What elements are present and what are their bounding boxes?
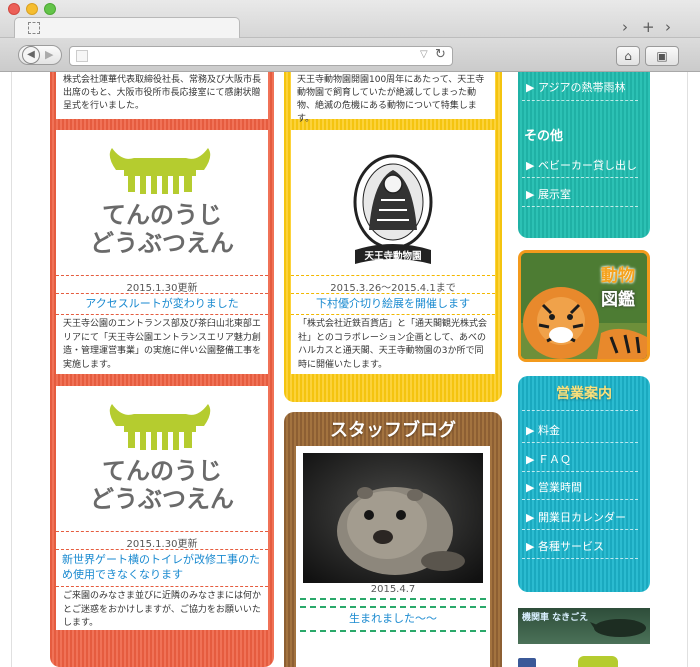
divider: [522, 410, 638, 411]
tab-overflow-icon[interactable]: ›: [622, 20, 628, 35]
event-date: 2015.3.26～2015.4.1まで: [330, 283, 456, 294]
news-title-link[interactable]: アクセスルートが変わりました: [60, 296, 264, 311]
blog-date: 2015.4.7: [370, 584, 416, 595]
divider: [300, 606, 486, 608]
event-title-link[interactable]: 下村優介切り絵展を開催します: [295, 296, 491, 311]
info-menu-label: 開業日カレンダー: [537, 511, 626, 524]
divider: [522, 558, 638, 559]
event-card[interactable]: 天王寺動物園 2015.3.26～2015.4.1まで 下村優介切り絵展を開催し…: [291, 130, 495, 374]
divider: [56, 293, 268, 294]
reader-icon[interactable]: ▽: [420, 49, 428, 60]
divider: [522, 471, 638, 472]
divider: [56, 314, 268, 315]
divider: [522, 100, 638, 101]
divider: [56, 549, 268, 550]
side-menu-label: 展示室: [537, 188, 571, 201]
divider: [522, 499, 638, 500]
blog-card[interactable]: 2015.4.7 生まれました〜〜: [296, 446, 490, 667]
facebook-icon[interactable]: [518, 658, 536, 667]
zoo-logo-small-icon: [578, 656, 618, 667]
tab-favicon-icon: [28, 22, 40, 34]
info-menu-item[interactable]: ▶ 開業日カレンダー: [526, 510, 638, 526]
zoo-logo-icon: [109, 404, 211, 450]
side-menu-item[interactable]: ▶ アジアの熱帯雨林: [526, 80, 638, 96]
window-close-button[interactable]: [8, 3, 20, 15]
news-body: ご来園のみなさま並びに近隣のみなさまには何かとご迷惑をおかけしますが、ご協力をお…: [63, 591, 262, 628]
other-heading: その他: [524, 129, 564, 144]
window-zoom-button[interactable]: [44, 3, 56, 15]
zoo-logo-line1: てんのうじ: [102, 201, 222, 229]
side-menu-label: アジアの熱帯雨林: [537, 81, 626, 94]
bookmarks-button[interactable]: ▣: [645, 46, 679, 66]
divider: [291, 275, 495, 276]
zukan-line2: 図鑑: [601, 290, 635, 310]
emblem-label: 天王寺動物園: [364, 251, 422, 262]
divider: [522, 177, 638, 178]
info-menu-item[interactable]: ▶ 営業時間: [526, 480, 638, 496]
info-menu-item[interactable]: ▶ 料金: [526, 423, 638, 439]
animal-encyclopedia-banner[interactable]: 動物 図鑑: [518, 250, 650, 362]
hyrax-photo-icon: [303, 453, 483, 583]
divider: [300, 598, 486, 600]
zoo-logo-line1: てんのうじ: [102, 457, 222, 485]
forward-button[interactable]: ▶: [45, 49, 53, 61]
staff-blog-heading[interactable]: スタッフブログ: [284, 418, 502, 444]
news-card-top: 株式会社蓮華代表取締役社長、常務及び大阪市長出席のもと、大阪市役所市長応接室にて…: [56, 72, 268, 119]
divider: [522, 529, 638, 530]
site-favicon-icon: [76, 50, 88, 62]
locomotive-banner[interactable]: 機関車 なきごえ: [518, 608, 650, 644]
zoo-logo-line2: どうぶつえん: [90, 229, 234, 257]
news-body: 天王寺公園のエントランス部及び茶臼山北東部エリアにて「天王寺公園エントランスエリ…: [63, 319, 262, 370]
news-date: 2015.1.30更新: [126, 283, 198, 294]
tab-list-icon[interactable]: ›: [665, 20, 671, 35]
zukan-line1: 動物: [601, 266, 635, 286]
zoo-logo-line2: どうぶつえん: [90, 485, 234, 513]
social-banner[interactable]: [518, 656, 650, 667]
divider: [522, 206, 638, 207]
info-menu-label: ＦＡＱ: [537, 453, 571, 466]
news-title-link[interactable]: 新世界ゲート横のトイレが改修工事のため使用できなくなります: [62, 552, 262, 582]
divider: [56, 275, 268, 276]
divider: [56, 531, 268, 532]
business-info-heading: 営業案内: [556, 386, 612, 402]
browser-tab[interactable]: [14, 17, 240, 39]
window-minimize-button[interactable]: [26, 3, 38, 15]
info-menu-label: 料金: [537, 424, 560, 437]
animal-silhouette-icon: [590, 619, 646, 637]
divider: [291, 293, 495, 294]
reload-button[interactable]: ↻: [435, 47, 446, 62]
home-button[interactable]: ⌂: [616, 46, 640, 66]
info-menu-item[interactable]: ▶ ＦＡＱ: [526, 452, 638, 468]
back-button[interactable]: ◀: [22, 46, 40, 64]
web-page: 株式会社蓮華代表取締役社長、常務及び大阪市長出席のもと、大阪市役所市長応接室にて…: [11, 72, 688, 667]
new-tab-button[interactable]: +: [642, 20, 655, 35]
divider: [291, 314, 495, 315]
info-menu-label: 営業時間: [537, 481, 582, 494]
side-menu-panel: [518, 72, 650, 238]
event-card-top-text: 天王寺動物園開園100周年にあたって、天王寺動物園で飼育していたが絶滅してしまっ…: [297, 75, 485, 124]
news-card-top-text: 株式会社蓮華代表取締役社長、常務及び大阪市長出席のもと、大阪市役所市長応接室にて…: [63, 75, 262, 111]
news-card[interactable]: てんのうじ どうぶつえん 2015.1.30更新 アクセスルートが変わりました …: [56, 130, 268, 374]
side-menu-item[interactable]: ▶ ベビーカー貸し出し: [526, 158, 638, 174]
side-menu-label: ベビーカー貸し出し: [537, 159, 637, 172]
divider: [300, 630, 486, 632]
news-card[interactable]: てんのうじ どうぶつえん 2015.1.30更新 新世界ゲート横のトイレが改修工…: [56, 386, 268, 630]
zoo-logo-icon: [109, 148, 211, 194]
news-date: 2015.1.30更新: [126, 539, 198, 550]
side-menu-item[interactable]: ▶ 展示室: [526, 187, 638, 203]
divider: [522, 442, 638, 443]
info-menu-label: 各種サービス: [537, 540, 604, 553]
event-body: 「株式会社近鉄百貨店」と「通天閣観光株式会社」とのコラボレーション企画として、あ…: [298, 319, 488, 370]
blog-title-link[interactable]: 生まれました〜〜: [296, 611, 490, 626]
info-menu-item[interactable]: ▶ 各種サービス: [526, 539, 638, 555]
address-bar[interactable]: [69, 46, 453, 66]
event-card-top: 天王寺動物園開園100周年にあたって、天王寺動物園で飼育していたが絶滅してしまっ…: [291, 72, 495, 124]
divider: [56, 586, 268, 587]
